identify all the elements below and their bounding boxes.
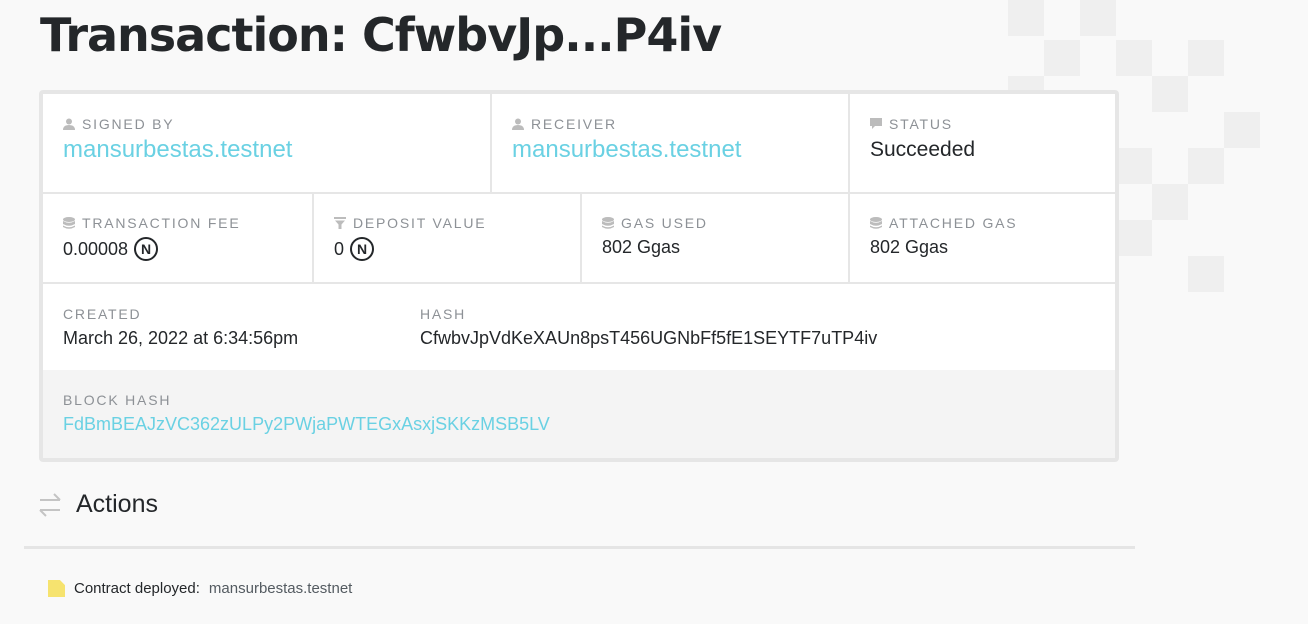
gas-used-label: GAS USED xyxy=(621,215,708,231)
hash-label: HASH xyxy=(420,306,467,322)
signed-by-cell: SIGNED BY mansurbestas.testnet xyxy=(43,94,492,194)
transaction-fee-cell: TRANSACTION FEE 0.00008 N xyxy=(43,194,314,284)
gas-used-value: 802 Ggas xyxy=(602,237,681,257)
filter-icon xyxy=(334,217,346,229)
attached-gas-cell: ATTACHED GAS 802 Ggas xyxy=(850,194,1115,284)
actions-title: Actions xyxy=(76,490,158,518)
actions-divider xyxy=(24,546,1135,549)
database-icon xyxy=(63,217,75,229)
transaction-fee-value: 0.00008 xyxy=(63,238,129,259)
database-icon xyxy=(870,217,882,229)
receiver-link[interactable]: mansurbestas.testnet xyxy=(512,136,828,164)
actions-header: Actions xyxy=(36,490,158,519)
transaction-fee-label: TRANSACTION FEE xyxy=(82,215,241,231)
attached-gas-label: ATTACHED GAS xyxy=(889,215,1018,231)
status-cell: STATUS Succeeded xyxy=(850,94,1115,194)
database-icon xyxy=(602,217,614,229)
signed-by-label: SIGNED BY xyxy=(82,116,175,132)
block-hash-cell: BLOCK HASH FdBmBEAJzVC362zULPy2PWjaPWTEG… xyxy=(43,370,1115,458)
contract-icon xyxy=(48,580,65,597)
hash-cell: HASH CfwbvJpVdKeXAUn8psT456UGNbFf5fE1SEY… xyxy=(400,284,1115,370)
signed-by-link[interactable]: mansurbestas.testnet xyxy=(63,136,470,164)
action-account: mansurbestas.testnet xyxy=(208,580,353,597)
transaction-details-card: SIGNED BY mansurbestas.testnet RECEIVER … xyxy=(39,90,1119,462)
created-cell: CREATED March 26, 2022 at 6:34:56pm xyxy=(43,284,400,370)
transfer-arrows-icon xyxy=(39,492,61,517)
deposit-value-label: DEPOSIT VALUE xyxy=(353,215,487,231)
created-value: March 26, 2022 at 6:34:56pm xyxy=(63,328,299,348)
near-token-icon: N xyxy=(134,237,159,261)
near-token-icon: N xyxy=(350,237,375,261)
block-hash-label: BLOCK HASH xyxy=(63,392,172,408)
action-item: Contract deployed: mansurbestas.testnet xyxy=(48,580,352,597)
status-value: Succeeded xyxy=(870,138,976,161)
attached-gas-value: 802 Ggas xyxy=(870,237,949,257)
action-description: Contract deployed: xyxy=(74,580,200,597)
hash-value: CfwbvJpVdKeXAUn8psT456UGNbFf5fE1SEYTF7uT… xyxy=(420,328,878,348)
comment-icon xyxy=(870,118,882,129)
user-icon xyxy=(512,118,524,130)
user-icon xyxy=(63,118,75,130)
gas-used-cell: GAS USED 802 Ggas xyxy=(582,194,850,284)
status-label: STATUS xyxy=(889,116,953,132)
deposit-value-value: 0 xyxy=(334,238,345,259)
block-hash-link[interactable]: FdBmBEAJzVC362zULPy2PWjaPWTEGxAsxjSKKzMS… xyxy=(63,414,1095,435)
receiver-cell: RECEIVER mansurbestas.testnet xyxy=(492,94,850,194)
created-label: CREATED xyxy=(63,306,142,322)
page-title: Transaction: CfwbvJp...P4iv xyxy=(40,8,722,62)
receiver-label: RECEIVER xyxy=(531,116,617,132)
deposit-value-cell: DEPOSIT VALUE 0 N xyxy=(314,194,582,284)
